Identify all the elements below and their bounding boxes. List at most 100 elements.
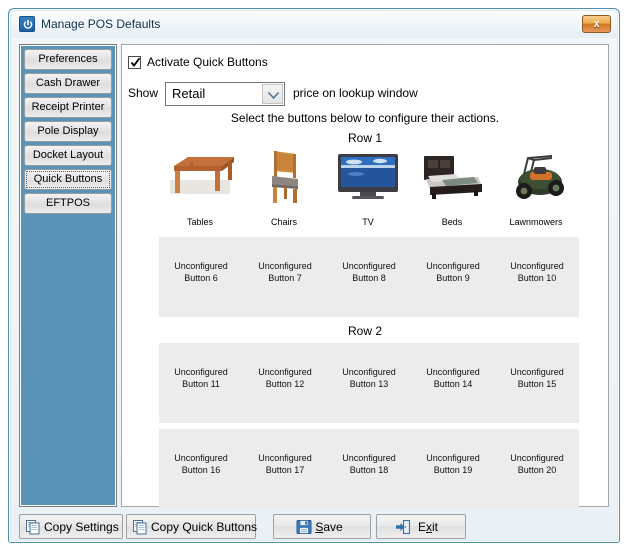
quick-button-6[interactable]: Unconfigured Button 6: [159, 237, 243, 317]
button-line-2: Button 14: [433, 379, 473, 389]
button-line-1: Unconfigured: [342, 453, 396, 463]
sidebar-item-quick-buttons[interactable]: Quick Buttons: [24, 169, 112, 190]
quick-button-15[interactable]: Unconfigured Button 15: [495, 343, 579, 423]
window-frame: Manage POS Defaults x Preferences Cash D…: [8, 8, 620, 543]
quick-button-beds[interactable]: Beds: [410, 146, 494, 228]
quick-button-caption: Beds: [441, 217, 463, 227]
quick-button-17[interactable]: Unconfigured Button 17: [243, 429, 327, 509]
unconfigured-panel-2: Unconfigured Button 11 Unconfigured Button…: [159, 343, 579, 423]
button-line-2: Button 18: [349, 465, 389, 475]
check-icon: [130, 57, 141, 67]
quick-button-18[interactable]: Unconfigured Button 18: [327, 429, 411, 509]
button-line-1: Unconfigured: [342, 261, 396, 271]
price-suffix-label: price on lookup window: [293, 86, 418, 100]
sidebar-item-label: EFTPOS: [45, 197, 90, 209]
exit-label: Exit: [417, 520, 438, 534]
button-line-1: Unconfigured: [426, 453, 480, 463]
button-line-1: Unconfigured: [510, 453, 564, 463]
row-1-label: Row 1: [347, 131, 382, 145]
price-type-value: Retail: [172, 86, 206, 101]
copy-settings-label: Copy Settings: [44, 520, 119, 534]
quick-button-19[interactable]: Unconfigured Button 19: [411, 429, 495, 509]
quick-button-16[interactable]: Unconfigured Button 16: [159, 429, 243, 509]
button-line-2: Button 13: [349, 379, 389, 389]
button-line-2: Button 7: [268, 273, 302, 283]
chevron-down-icon[interactable]: [262, 84, 283, 104]
quick-button-lawnmowers[interactable]: Lawnmowers: [494, 146, 578, 228]
button-line-1: Unconfigured: [258, 367, 312, 377]
button-line-2: Button 16: [181, 465, 221, 475]
price-type-select[interactable]: Retail: [165, 82, 285, 106]
button-line-2: Button 8: [352, 273, 386, 283]
quick-button-8[interactable]: Unconfigured Button 8: [327, 237, 411, 317]
button-line-1: Unconfigured: [510, 261, 564, 271]
save-button[interactable]: Save: [273, 514, 371, 539]
exit-button[interactable]: Exit: [376, 514, 466, 539]
button-line-2: Button 12: [265, 379, 305, 389]
sidebar-item-pole-display[interactable]: Pole Display: [24, 121, 112, 142]
button-line-1: Unconfigured: [174, 367, 228, 377]
sidebar-item-label: Pole Display: [37, 125, 99, 137]
sidebar-item-cash-drawer[interactable]: Cash Drawer: [24, 73, 112, 94]
title-bar: Manage POS Defaults x: [11, 11, 617, 38]
bed-image: [416, 146, 488, 208]
button-line-1: Unconfigured: [342, 367, 396, 377]
focus-ring: [26, 171, 110, 188]
quick-button-caption: Chairs: [270, 217, 297, 227]
sidebar-item-eftpos[interactable]: EFTPOS: [24, 193, 112, 214]
quick-button-7[interactable]: Unconfigured Button 7: [243, 237, 327, 317]
bottom-toolbar: Copy Settings Copy Quick Buttons Save Ex…: [11, 512, 617, 542]
button-line-1: Unconfigured: [174, 453, 228, 463]
quick-button-tables[interactable]: Tables: [158, 146, 242, 228]
copy-icon: [26, 520, 40, 535]
sidebar-tab-list: Preferences Cash Drawer Receipt Printer …: [24, 49, 112, 217]
quick-button-caption: TV: [362, 217, 374, 227]
quick-button-20[interactable]: Unconfigured Button 20: [495, 429, 579, 509]
button-line-1: Unconfigured: [174, 261, 228, 271]
sidebar-item-label: Cash Drawer: [35, 77, 101, 89]
quick-button-12[interactable]: Unconfigured Button 12: [243, 343, 327, 423]
button-line-2: Button 9: [436, 273, 470, 283]
sidebar-item-label: Docket Layout: [32, 149, 104, 161]
quick-button-caption: Lawnmowers: [509, 217, 563, 227]
instruction-text: Select the buttons below to configure th…: [230, 111, 500, 125]
button-line-1: Unconfigured: [426, 261, 480, 271]
unconfigured-panel-1: Unconfigured Button 6 Unconfigured Button …: [159, 237, 579, 317]
sidebar-item-label: Receipt Printer: [31, 101, 105, 113]
save-label: Save: [315, 520, 343, 534]
button-line-1: Unconfigured: [258, 453, 312, 463]
close-button-glyph: x: [593, 18, 600, 30]
copy-quick-buttons-button[interactable]: Copy Quick Buttons: [126, 514, 257, 539]
button-line-2: Button 15: [517, 379, 557, 389]
power-icon: [19, 16, 35, 32]
sidebar-item-receipt-printer[interactable]: Receipt Printer: [24, 97, 112, 118]
button-line-1: Unconfigured: [510, 367, 564, 377]
sidebar: Preferences Cash Drawer Receipt Printer …: [19, 44, 117, 507]
show-label: Show: [128, 86, 159, 100]
button-line-2: Button 6: [184, 273, 218, 283]
quick-button-11[interactable]: Unconfigured Button 11: [159, 343, 243, 423]
unconfigured-panel-3: Unconfigured Button 16 Unconfigured Button…: [159, 429, 579, 509]
chair-image: [248, 146, 320, 208]
button-line-2: Button 19: [433, 465, 473, 475]
sidebar-item-docket-layout[interactable]: Docket Layout: [24, 145, 112, 166]
sidebar-item-label: Preferences: [38, 53, 98, 65]
window-title: Manage POS Defaults: [41, 17, 161, 31]
sidebar-item-preferences[interactable]: Preferences: [24, 49, 112, 70]
quick-button-13[interactable]: Unconfigured Button 13: [327, 343, 411, 423]
copy-settings-button[interactable]: Copy Settings: [19, 514, 123, 539]
quick-button-14[interactable]: Unconfigured Button 14: [411, 343, 495, 423]
table-image: [164, 146, 236, 208]
tv-image: [332, 146, 404, 208]
button-line-2: Button 11: [182, 379, 220, 389]
quick-button-tv[interactable]: TV: [326, 146, 410, 228]
quick-button-chairs[interactable]: Chairs: [242, 146, 326, 228]
close-icon[interactable]: x: [582, 15, 611, 33]
window-inner: Manage POS Defaults x Preferences Cash D…: [10, 10, 618, 541]
row-2-label: Row 2: [347, 324, 382, 338]
quick-buttons-panel: Activate Quick Buttons Show Retail price…: [121, 44, 609, 509]
activate-quick-buttons-checkbox[interactable]: [128, 56, 141, 69]
button-line-2: Button 20: [517, 465, 557, 475]
quick-button-10[interactable]: Unconfigured Button 10: [495, 237, 579, 317]
quick-button-9[interactable]: Unconfigured Button 9: [411, 237, 495, 317]
